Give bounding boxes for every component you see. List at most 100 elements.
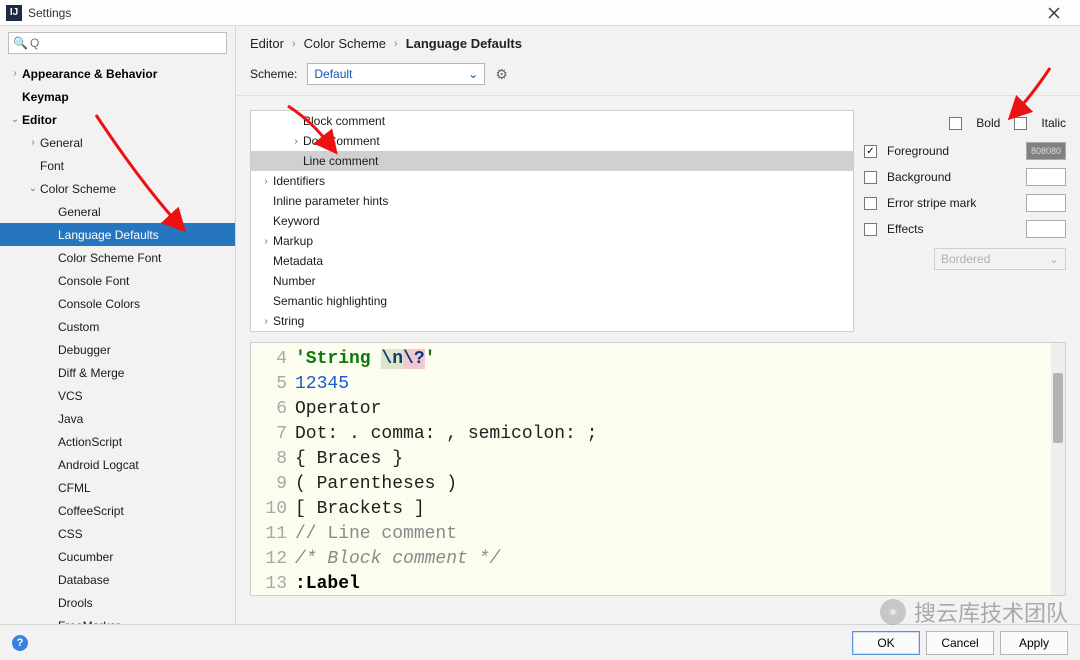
code-line: 12/* Block comment */	[251, 547, 1065, 572]
scheme-select[interactable]: Default ⌄	[307, 63, 485, 85]
sidebar-item-label: CoffeeScript	[58, 504, 124, 518]
code-content: ( Parentheses )	[295, 472, 457, 497]
foreground-checkbox[interactable]	[864, 145, 877, 158]
element-string[interactable]: ›String	[251, 311, 853, 331]
code-content: Dot: . comma: , semicolon: ;	[295, 422, 597, 447]
breadcrumb-editor[interactable]: Editor	[250, 36, 284, 51]
sidebar-item-label: Android Logcat	[58, 458, 139, 472]
chevron-down-icon: ⌄	[468, 67, 478, 81]
scrollbar-thumb[interactable]	[1053, 373, 1063, 443]
element-label: Metadata	[273, 254, 323, 268]
background-color-chip[interactable]	[1026, 168, 1066, 186]
sidebar-item-java[interactable]: Java	[0, 407, 235, 430]
gutter-number: 6	[251, 397, 295, 422]
element-label: Keyword	[273, 214, 320, 228]
sidebar-item-general[interactable]: ›General	[0, 131, 235, 154]
effects-checkbox[interactable]	[864, 223, 877, 236]
element-label: Semantic highlighting	[273, 294, 387, 308]
sidebar-item-font[interactable]: Font	[0, 154, 235, 177]
sidebar-item-label: CFML	[58, 481, 91, 495]
settings-tree[interactable]: ›Appearance & BehaviorKeymap⌄Editor›Gene…	[0, 60, 235, 624]
sidebar-item-keymap[interactable]: Keymap	[0, 85, 235, 108]
background-checkbox[interactable]	[864, 171, 877, 184]
gutter-number: 13	[251, 572, 295, 596]
help-icon[interactable]: ?	[12, 635, 28, 651]
bold-checkbox[interactable]	[949, 117, 962, 130]
element-list[interactable]: Block comment›Doc CommentLine comment›Id…	[250, 110, 854, 332]
sidebar-item-css[interactable]: CSS	[0, 522, 235, 545]
bold-label: Bold	[976, 116, 1000, 130]
content: Editor › Color Scheme › Language Default…	[236, 26, 1080, 624]
sidebar-item-label: CSS	[58, 527, 83, 541]
sidebar-item-general[interactable]: General	[0, 200, 235, 223]
background-label: Background	[883, 170, 1020, 184]
sidebar-item-language-defaults[interactable]: Language Defaults	[0, 223, 235, 246]
sidebar-item-diff-merge[interactable]: Diff & Merge	[0, 361, 235, 384]
chevron-right-icon: ›	[292, 38, 296, 50]
code-content: Operator	[295, 397, 381, 422]
element-doc-comment[interactable]: ›Doc Comment	[251, 131, 853, 151]
breadcrumb-color-scheme[interactable]: Color Scheme	[304, 36, 386, 51]
chevron-right-icon: ›	[289, 136, 303, 147]
element-keyword[interactable]: Keyword	[251, 211, 853, 231]
sidebar-item-label: General	[58, 205, 101, 219]
element-label: Identifiers	[273, 174, 325, 188]
search-input[interactable]	[30, 36, 222, 50]
search-box[interactable]: 🔍	[8, 32, 227, 54]
scheme-label: Scheme:	[250, 67, 297, 81]
sidebar-item-cucumber[interactable]: Cucumber	[0, 545, 235, 568]
ok-button[interactable]: OK	[852, 631, 920, 655]
italic-checkbox[interactable]	[1014, 117, 1027, 130]
code-line: 512345	[251, 372, 1065, 397]
sidebar-item-label: Appearance & Behavior	[22, 67, 157, 81]
cancel-button[interactable]: Cancel	[926, 631, 994, 655]
apply-button[interactable]: Apply	[1000, 631, 1068, 655]
sidebar-item-vcs[interactable]: VCS	[0, 384, 235, 407]
sidebar-item-cfml[interactable]: CFML	[0, 476, 235, 499]
foreground-label: Foreground	[883, 144, 1020, 158]
element-markup[interactable]: ›Markup	[251, 231, 853, 251]
sidebar-item-appearance-behavior[interactable]: ›Appearance & Behavior	[0, 62, 235, 85]
gutter-number: 7	[251, 422, 295, 447]
sidebar-item-label: Console Colors	[58, 297, 140, 311]
sidebar-item-debugger[interactable]: Debugger	[0, 338, 235, 361]
element-inline-parameter-hints[interactable]: Inline parameter hints	[251, 191, 853, 211]
element-block-comment[interactable]: Block comment	[251, 111, 853, 131]
sidebar-item-coffeescript[interactable]: CoffeeScript	[0, 499, 235, 522]
sidebar-item-console-font[interactable]: Console Font	[0, 269, 235, 292]
errorstripe-color-chip[interactable]	[1026, 194, 1066, 212]
sidebar-item-drools[interactable]: Drools	[0, 591, 235, 614]
code-content: { Braces }	[295, 447, 403, 472]
sidebar-item-database[interactable]: Database	[0, 568, 235, 591]
errorstripe-checkbox[interactable]	[864, 197, 877, 210]
element-line-comment[interactable]: Line comment	[251, 151, 853, 171]
element-number[interactable]: Number	[251, 271, 853, 291]
element-template-language[interactable]: Template language	[251, 331, 853, 332]
preview-pane[interactable]: ✔ 4'String \n\?'5123456Operator7Dot: . c…	[250, 342, 1066, 596]
chevron-down-icon: ⌄	[1049, 252, 1059, 266]
gear-icon[interactable]: ⚙	[495, 66, 508, 83]
chevron-down-icon: ⌄	[8, 114, 22, 125]
sidebar-item-label: Cucumber	[58, 550, 113, 564]
scrollbar[interactable]	[1051, 343, 1065, 595]
sidebar-item-editor[interactable]: ⌄Editor	[0, 108, 235, 131]
sidebar-item-label: General	[40, 136, 83, 150]
chevron-right-icon: ›	[394, 38, 398, 50]
element-metadata[interactable]: Metadata	[251, 251, 853, 271]
sidebar: 🔍 ›Appearance & BehaviorKeymap⌄Editor›Ge…	[0, 26, 236, 624]
sidebar-item-freemarker[interactable]: FreeMarker	[0, 614, 235, 624]
element-identifiers[interactable]: ›Identifiers	[251, 171, 853, 191]
sidebar-item-console-colors[interactable]: Console Colors	[0, 292, 235, 315]
sidebar-item-color-scheme-font[interactable]: Color Scheme Font	[0, 246, 235, 269]
close-button[interactable]	[1032, 0, 1076, 26]
sidebar-item-label: Font	[40, 159, 64, 173]
sidebar-item-custom[interactable]: Custom	[0, 315, 235, 338]
sidebar-item-color-scheme[interactable]: ⌄Color Scheme	[0, 177, 235, 200]
code-line: 4'String \n\?'	[251, 347, 1065, 372]
foreground-color-chip[interactable]: 808080	[1026, 142, 1066, 160]
element-semantic-highlighting[interactable]: Semantic highlighting	[251, 291, 853, 311]
sidebar-item-actionscript[interactable]: ActionScript	[0, 430, 235, 453]
sidebar-item-android-logcat[interactable]: Android Logcat	[0, 453, 235, 476]
effects-color-chip[interactable]	[1026, 220, 1066, 238]
sidebar-item-label: Color Scheme Font	[58, 251, 161, 265]
